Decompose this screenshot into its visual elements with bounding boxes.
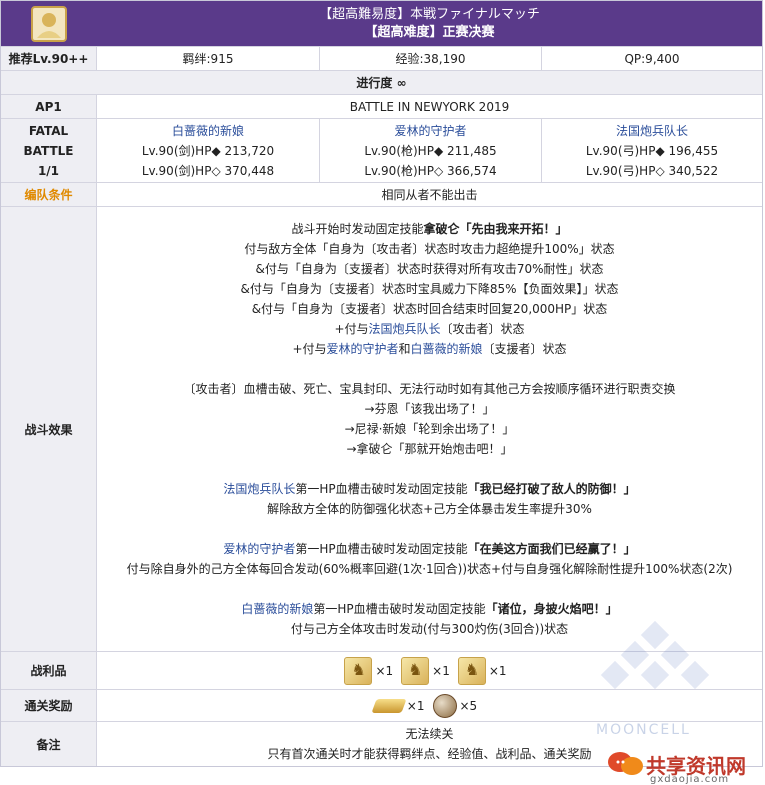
recommended-level: 推荐Lv.90++ <box>1 47 97 70</box>
loot-qty: ×1 <box>488 663 507 678</box>
effect-line: 战斗开始时发动固定技能拿破仑「先由我来开拓！」 <box>291 219 567 239</box>
effect-line: →尼禄·新娘「轮到余出场了！」 <box>344 422 515 436</box>
effect-line: +付与爱林的守护者和白蔷薇的新娘〔支援者〕状态 <box>292 339 566 359</box>
effect-text: 〔支援者〕状态 <box>482 342 567 356</box>
gold-ingot-icon[interactable] <box>371 698 407 713</box>
enemy-1-hp1: Lv.90(剑)HP◆ 213,720 <box>141 143 275 158</box>
effects-content: 战斗开始时发动固定技能拿破仑「先由我来开拓！」 付与敌方全体「自身为〔攻击者〕状… <box>97 207 762 651</box>
progress-label: 进行度 ∞ <box>356 76 407 90</box>
effect-line: 〔攻击者〕血槽击破、死亡、宝具封印、无法行动时如有其他己方会按顺序循环进行职责交… <box>183 382 676 396</box>
quest-title-cn: 【超高难度】正赛决赛 <box>364 24 495 40</box>
servant-portrait-icon <box>31 5 67 42</box>
effect-text: 第一HP血槽击破时发动固定技能 <box>295 482 468 496</box>
ap-location: BATTLE IN NEWYORK 2019 <box>349 99 510 114</box>
formation-label[interactable]: 编队条件 <box>1 183 97 206</box>
effect-text: +付与 <box>292 342 327 356</box>
loot-label: 战利品 <box>1 652 97 689</box>
site-url: gxdaojia.com <box>650 774 730 785</box>
battle-label-line3: 1/1 <box>37 163 60 178</box>
enemy-link[interactable]: 法国炮兵队长 <box>369 322 441 336</box>
enemy-2: 爱林的守护者 Lv.90(枪)HP◆ 211,485 Lv.90(枪)HP◇ 3… <box>320 119 542 182</box>
enemy-2-name[interactable]: 爱林的守护者 <box>394 121 466 141</box>
enemy-link[interactable]: 法国炮兵队长 <box>223 482 295 496</box>
quest-thumbnail <box>1 1 97 46</box>
quest-title-jp: 【超高難易度】本戦ファイナルマッチ <box>319 6 540 22</box>
effect-line: 法国炮兵队长第一HP血槽击破时发动固定技能「我已经打破了敌人的防御！」 <box>223 479 635 499</box>
quest-title: 【超高難易度】本戦ファイナルマッチ 【超高难度】正赛决赛 <box>97 1 762 46</box>
chat-bubbles-icon <box>608 752 643 775</box>
bond-points: 羁绊:915 <box>97 47 320 70</box>
effect-text: 战斗开始时发动固定技能 <box>291 222 424 236</box>
enemy-3: 法国炮兵队长 Lv.90(弓)HP◆ 196,455 Lv.90(弓)HP◇ 3… <box>542 119 762 182</box>
enemy-link[interactable]: 爱林的守护者 <box>327 342 399 356</box>
ball-icon[interactable] <box>432 693 457 718</box>
effect-text: 〔攻击者〕状态 <box>440 322 525 336</box>
progress-row: 进行度 ∞ <box>1 71 762 95</box>
skill-name: 「在美这方面我们已经赢了！」 <box>467 542 636 556</box>
formation-value: 相同从者不能出击 <box>381 188 478 202</box>
loot-qty: ×1 <box>432 663 450 678</box>
enemy-2-hp2: Lv.90(枪)HP◇ 366,574 <box>364 163 497 178</box>
ap-row: AP1 BATTLE IN NEWYORK 2019 <box>1 95 762 119</box>
enemy-3-hp1: Lv.90(弓)HP◆ 196,455 <box>585 143 719 158</box>
battle-row: FATAL BATTLE 1/1 白蔷薇的新娘 Lv.90(剑)HP◆ 213,… <box>1 119 762 183</box>
enemy-3-hp2: Lv.90(弓)HP◇ 340,522 <box>585 163 719 178</box>
battle-label: FATAL BATTLE 1/1 <box>1 119 97 182</box>
skill-name: 拿破仑「先由我来开拓！」 <box>423 222 568 236</box>
effect-line: 付与除自身外的己方全体每回合发动(60%概率回避(1次·1回合))状态+付与自身… <box>126 562 733 576</box>
effect-line: →芬恩「该我出场了！」 <box>364 402 495 416</box>
enemy-link[interactable]: 白蔷薇的新娘 <box>411 342 483 356</box>
rewards-items: ×1 ×5 <box>97 690 762 721</box>
effect-line: →拿破仑「那就开始炮击吧！」 <box>346 442 513 456</box>
effects-label: 战斗效果 <box>1 207 97 651</box>
effect-line: &付与「自身为〔支援者〕状态时获得对所有攻击70%耐性」状态 <box>255 262 604 276</box>
golden-statue-icon[interactable]: ♞ <box>344 656 373 685</box>
notes-label: 备注 <box>1 722 97 766</box>
exp-value: 经验:38,190 <box>320 47 542 70</box>
rewards-label: 通关奖励 <box>1 690 97 721</box>
site-logo: 共享资讯网 gxdaojia.com <box>606 748 746 785</box>
reward-qty: ×5 <box>459 698 478 713</box>
effects-row: 战斗效果 战斗开始时发动固定技能拿破仑「先由我来开拓！」 付与敌方全体「自身为〔… <box>1 207 762 652</box>
rewards-row: 通关奖励 ×1 ×5 <box>1 690 762 722</box>
enemy-1: 白蔷薇的新娘 Lv.90(剑)HP◆ 213,720 Lv.90(剑)HP◇ 3… <box>97 119 320 182</box>
ap-label: AP1 <box>1 95 97 118</box>
loot-row: 战利品 ♞ ×1 ♞ ×1 ♞ ×1 <box>1 652 762 690</box>
enemy-1-name[interactable]: 白蔷薇的新娘 <box>172 121 244 141</box>
battle-label-line1: FATAL <box>28 123 69 138</box>
effect-line: +付与法国炮兵队长〔攻击者〕状态 <box>334 319 524 339</box>
golden-statue-icon[interactable]: ♞ <box>457 656 486 685</box>
effect-text: +付与 <box>334 322 369 336</box>
effect-text: 第一HP血槽击破时发动固定技能 <box>313 602 486 616</box>
effect-line: 白蔷薇的新娘第一HP血槽击破时发动固定技能「诸位，身披火焰吧！」 <box>241 599 617 619</box>
enemy-link[interactable]: 爱林的守护者 <box>223 542 295 556</box>
loot-items: ♞ ×1 ♞ ×1 ♞ ×1 <box>97 652 762 689</box>
enemy-link[interactable]: 白蔷薇的新娘 <box>241 602 313 616</box>
effect-line: 付与己方全体攻击时发动(付与300灼伤(3回合))状态 <box>290 622 569 636</box>
enemy-3-name[interactable]: 法国炮兵队长 <box>616 121 688 141</box>
formation-row: 编队条件 相同从者不能出击 <box>1 183 762 207</box>
effect-line: &付与「自身为〔支援者〕状态时宝具威力下降85%【负面效果】」状态 <box>240 282 619 296</box>
quest-table: 【超高難易度】本戦ファイナルマッチ 【超高难度】正赛决赛 推荐Lv.90++ 羁… <box>0 0 763 767</box>
enemy-2-hp1: Lv.90(枪)HP◆ 211,485 <box>364 143 497 158</box>
effect-line: 解除敌方全体的防御强化状态+己方全体暴击发生率提升30% <box>267 502 592 516</box>
effect-text: 和 <box>398 342 411 356</box>
effect-line: 爱林的守护者第一HP血槽击破时发动固定技能「在美这方面我们已经赢了！」 <box>223 539 635 559</box>
effect-line: 付与敌方全体「自身为〔攻击者〕状态时攻击力超绝提升100%」状态 <box>244 242 615 256</box>
note-line-2: 只有首次通关时才能获得羁绊点、经验值、战利品、通关奖励 <box>267 747 592 761</box>
effect-text: 第一HP血槽击破时发动固定技能 <box>295 542 468 556</box>
skill-name: 「我已经打破了敌人的防御！」 <box>467 482 636 496</box>
enemy-1-hp2: Lv.90(剑)HP◇ 370,448 <box>141 163 275 178</box>
loot-qty: ×1 <box>375 663 394 678</box>
quest-header: 【超高難易度】本戦ファイナルマッチ 【超高难度】正赛决赛 <box>1 1 762 47</box>
effect-line: &付与「自身为〔支援者〕状态时回合结束时回复20,000HP」状态 <box>251 302 608 316</box>
golden-statue-icon[interactable]: ♞ <box>401 656 430 685</box>
qp-value: QP:9,400 <box>624 51 680 66</box>
stats-row: 推荐Lv.90++ 羁绊:915 经验:38,190 QP:9,400 <box>1 47 762 71</box>
skill-name: 「诸位，身披火焰吧！」 <box>485 602 618 616</box>
battle-label-line2: BATTLE <box>23 143 74 158</box>
reward-qty: ×1 <box>406 698 425 713</box>
note-line-1: 无法续关 <box>405 727 454 741</box>
watermark-text: MOONCELL <box>596 722 691 738</box>
